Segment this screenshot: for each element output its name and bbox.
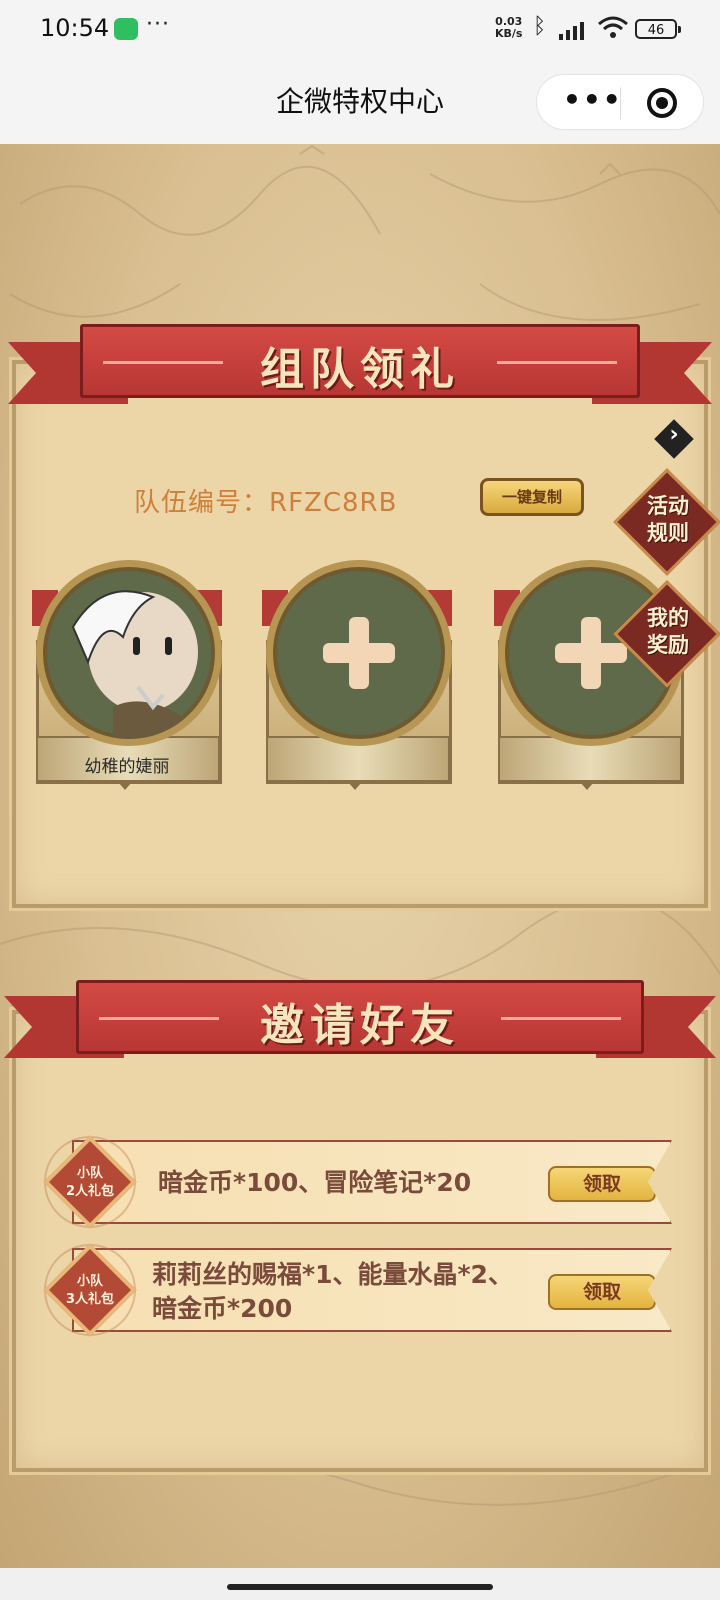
claim-button[interactable]: 领取 [548,1166,656,1202]
reward-row-2-person: 暗金币*100、冒险笔记*20 领取 [72,1140,672,1224]
reward-text: 莉莉丝的赐福*1、能量水晶*2、 暗金币*200 [152,1258,513,1326]
invite-panel [12,1010,708,1472]
team-id-text: 队伍编号：RFZC8RB [134,488,398,518]
bluetooth-icon: ᛒ [533,14,547,39]
home-indicator[interactable] [227,1584,493,1590]
battery-icon: 46 [635,19,681,39]
badge-line1: 小队 [76,1274,103,1289]
my-rewards-label-overlay: 我的 奖励 [628,605,708,659]
member-slot-2[interactable] [258,560,458,790]
reward-badge: 小队 3人礼包 [55,1273,125,1309]
team-banner-title: 组队领礼 [260,344,460,395]
rules-label: 活动 规则 [628,493,708,547]
reward-badge: 小队 2人礼包 [55,1165,125,1201]
status-bar: 10:54 ··· 0.03 KB/s ᛒ 46 [0,0,720,60]
copy-team-id-button[interactable]: 一键复制 [480,478,584,516]
my-rewards-label-line1: 我的 [647,606,689,630]
claim-button[interactable]: 领取 [548,1274,656,1310]
wifi-icon [598,16,628,38]
status-time: 10:54 [40,14,110,42]
badge-line2: 2人礼包 [65,1184,115,1199]
rules-label-line2: 规则 [647,521,689,545]
my-rewards-label-line2: 奖励 [647,633,689,657]
rules-label-line1: 活动 [647,494,689,518]
avatar-illustration [71,590,198,739]
network-speed: 0.03 KB/s [495,16,522,40]
network-speed-unit: KB/s [495,27,523,40]
miniprogram-capsule: ••• [536,74,704,130]
reward-text-line2: 暗金币*200 [152,1294,293,1323]
invite-banner: 邀请好友 [4,980,716,1076]
add-member-button[interactable] [266,560,452,746]
signal-icon [559,22,584,40]
more-menu-button[interactable]: ••• [563,83,623,116]
badge-line1: 小队 [76,1166,103,1181]
member-name: 幼稚的婕丽 [84,757,170,777]
reward-text: 暗金币*100、冒险笔记*20 [158,1168,472,1197]
more-notifications-icon: ··· [146,12,170,37]
nav-bar: 企微特权中心 ••• [0,60,720,144]
chevron-right-icon: › [669,422,679,447]
wechat-icon [114,18,138,40]
capsule-divider [620,87,621,119]
reward-row-3-person: 莉莉丝的赐福*1、能量水晶*2、 暗金币*200 领取 [72,1248,672,1332]
team-banner: 组队领礼 [8,324,712,422]
badge-line2: 3人礼包 [65,1292,115,1307]
invite-banner-title: 邀请好友 [260,1000,460,1051]
member-avatar [36,560,222,746]
reward-text-line1: 莉莉丝的赐福*1、能量水晶*2、 [152,1260,513,1289]
close-miniprogram-button[interactable] [647,88,677,118]
